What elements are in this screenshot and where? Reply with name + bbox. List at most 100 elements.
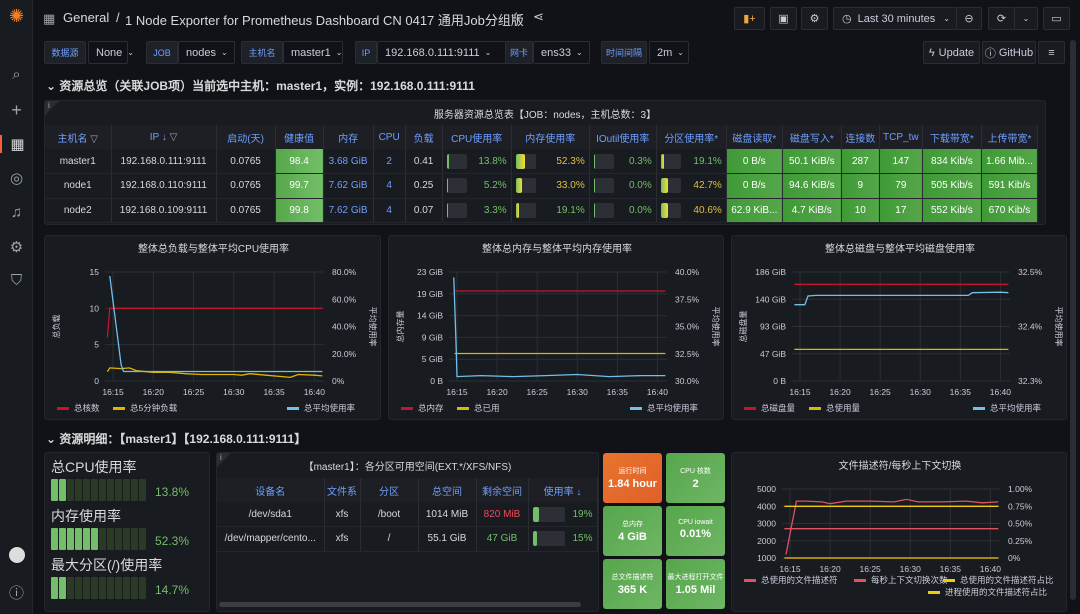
- tv-mode-button[interactable]: ▭: [1043, 7, 1070, 30]
- dashboard-settings-button[interactable]: ⚙: [801, 7, 828, 30]
- column-header[interactable]: 磁盘读取*: [726, 125, 782, 149]
- column-header[interactable]: 总空间: [418, 478, 476, 502]
- grafana-logo-icon[interactable]: ✺: [0, 6, 33, 27]
- column-header[interactable]: 下载带宽*: [922, 125, 981, 149]
- filter-icon[interactable]: ▽: [167, 132, 177, 143]
- dashboard-links-menu[interactable]: ≡: [1038, 41, 1065, 64]
- column-header[interactable]: 使用率 ↓: [528, 478, 597, 502]
- y2-tick-label: 32.5%: [675, 349, 700, 359]
- cell-value: 62.9 KiB...: [731, 205, 777, 216]
- legend-item[interactable]: 每秒上下文切换次数: [854, 575, 948, 585]
- explore-compass-icon[interactable]: ◎: [0, 169, 33, 187]
- star-icon[interactable]: ☆: [510, 9, 523, 26]
- cell-value: 287: [852, 156, 869, 167]
- variable-select[interactable]: None⌄: [88, 41, 128, 64]
- y-tick-label: 5000: [757, 484, 776, 494]
- github-link[interactable]: ⓘGitHub: [982, 41, 1036, 64]
- refresh-button[interactable]: ⟳: [988, 7, 1015, 30]
- table-row[interactable]: master1192.168.0.111:91110.076598.43.68 …: [45, 149, 1038, 174]
- legend-item[interactable]: 总核数: [57, 403, 100, 413]
- legend-item[interactable]: 总平均使用率: [287, 403, 356, 413]
- column-header[interactable]: 分区使用率*: [656, 125, 726, 149]
- table-cell: 0.3%: [589, 149, 656, 174]
- stat-tile: 运行时间1.84 hour: [603, 453, 662, 503]
- zoom-out-button[interactable]: ⊖: [956, 7, 982, 30]
- column-header-label: 内存使用率: [525, 134, 575, 145]
- column-header[interactable]: 设备名: [217, 478, 324, 502]
- cell-value: 0.0765: [230, 180, 261, 191]
- variable-select[interactable]: ens33⌄: [533, 41, 590, 64]
- column-header[interactable]: 上传带宽*: [981, 125, 1037, 149]
- column-header[interactable]: 主机名 ▽: [45, 125, 111, 149]
- legend-item[interactable]: 总使用的文件描述符占比: [943, 575, 1054, 585]
- variable-select[interactable]: 2m⌄: [649, 41, 689, 64]
- variable-select[interactable]: 192.168.0.111:9111⌄: [377, 41, 525, 64]
- table-row[interactable]: /dev/mapper/cento...xfs/55.1 GiB47 GiB15…: [217, 527, 597, 552]
- table-cell: 0.07: [405, 198, 442, 223]
- refresh-interval-dropdown[interactable]: ⌄: [1014, 7, 1038, 30]
- bar-gauge-value: 0.0%: [629, 180, 652, 191]
- column-header[interactable]: IOutil使用率: [589, 125, 656, 149]
- page-scrollbar[interactable]: [1070, 40, 1076, 600]
- legend-label: 总使用量: [826, 403, 861, 413]
- legend-item[interactable]: 总内存: [401, 403, 444, 413]
- legend-label: 进程使用的文件描述符占比: [945, 587, 1047, 597]
- column-header[interactable]: 健康值: [275, 125, 323, 149]
- table-row[interactable]: node2192.168.0.109:91110.076599.87.62 Gi…: [45, 198, 1038, 223]
- shield-icon[interactable]: ⛉: [0, 272, 33, 289]
- legend-item[interactable]: 总磁盘量: [744, 403, 796, 413]
- column-header[interactable]: 内存: [323, 125, 373, 149]
- x-tick-label: 16:20: [819, 564, 841, 574]
- column-header[interactable]: 剩余空间: [476, 478, 528, 502]
- settings-gear-icon[interactable]: ⚙: [0, 238, 33, 256]
- help-icon[interactable]: ⓘ: [0, 582, 33, 603]
- table-row[interactable]: /dev/sda1xfs/boot1014 MiB820 MiB19%: [217, 502, 597, 527]
- column-header-label: 分区使用率*: [664, 134, 718, 145]
- column-header[interactable]: 负载: [405, 125, 442, 149]
- time-range-picker[interactable]: ◷ Last 30 minutes ⌄: [833, 7, 957, 30]
- column-header[interactable]: 分区: [360, 478, 418, 502]
- column-header[interactable]: IP ↓ ▽: [111, 125, 216, 149]
- stat-value: 1.84 hour: [603, 478, 662, 490]
- legend-item[interactable]: 总平均使用率: [630, 403, 699, 413]
- column-header[interactable]: 连接数: [841, 125, 879, 149]
- legend-item[interactable]: 进程使用的文件描述符占比: [928, 587, 1047, 597]
- row-detail[interactable]: ⌄ 资源明细：【master1】【192.168.0.111:9111】: [46, 430, 306, 447]
- table-cell: 0.0%: [589, 174, 656, 199]
- update-link[interactable]: ϟUpdate: [923, 41, 980, 64]
- column-header[interactable]: 启动(天): [216, 125, 275, 149]
- cell-value: 0 B/s: [743, 180, 766, 191]
- legend-item[interactable]: 总5分钟负载: [113, 403, 178, 413]
- filter-icon[interactable]: ▽: [88, 134, 98, 145]
- column-header[interactable]: 磁盘写入*: [782, 125, 841, 149]
- user-avatar[interactable]: [0, 547, 33, 567]
- column-header[interactable]: 文件系: [324, 478, 360, 502]
- add-panel-button[interactable]: ▮+: [734, 7, 765, 30]
- cell-value: 9: [858, 180, 864, 191]
- column-header[interactable]: CPU使用率: [442, 125, 511, 149]
- cell-value: 192.168.0.109:9111: [120, 205, 208, 216]
- table-row[interactable]: node1192.168.0.110:91110.076599.77.62 Gi…: [45, 174, 1038, 199]
- horizontal-scrollbar[interactable]: [219, 602, 581, 607]
- column-header[interactable]: 内存使用率: [511, 125, 589, 149]
- legend-item[interactable]: 总使用的文件描述符: [744, 575, 838, 585]
- variable-select[interactable]: master1⌄: [283, 41, 343, 64]
- dashboard-title[interactable]: 1 Node Exporter for Prometheus Dashboard…: [125, 10, 524, 29]
- variable-select[interactable]: nodes⌄: [178, 41, 235, 64]
- legend-item[interactable]: 总已用: [457, 403, 500, 413]
- column-header[interactable]: CPU: [373, 125, 405, 149]
- dashboards-icon[interactable]: ▦: [0, 135, 33, 153]
- save-dashboard-button[interactable]: ▣: [770, 7, 797, 30]
- alerting-bell-icon[interactable]: ♫: [0, 204, 33, 221]
- column-header[interactable]: TCP_tw: [879, 125, 922, 149]
- share-icon[interactable]: ⋖: [533, 9, 544, 25]
- legend-item[interactable]: 总使用量: [809, 403, 861, 413]
- breadcrumb-folder[interactable]: General: [63, 10, 109, 25]
- search-icon[interactable]: ⌕: [0, 66, 33, 83]
- row-overview[interactable]: ⌄ 资源总览（关联JOB项）当前选中主机：master1，实例：192.168.…: [46, 77, 475, 94]
- table-cell: 192.168.0.111:9111: [111, 149, 216, 174]
- table-cell: 147: [879, 149, 922, 174]
- table-cell: 0 B/s: [726, 174, 782, 199]
- legend-item[interactable]: 总平均使用率: [973, 403, 1042, 413]
- plus-icon[interactable]: +: [0, 100, 33, 121]
